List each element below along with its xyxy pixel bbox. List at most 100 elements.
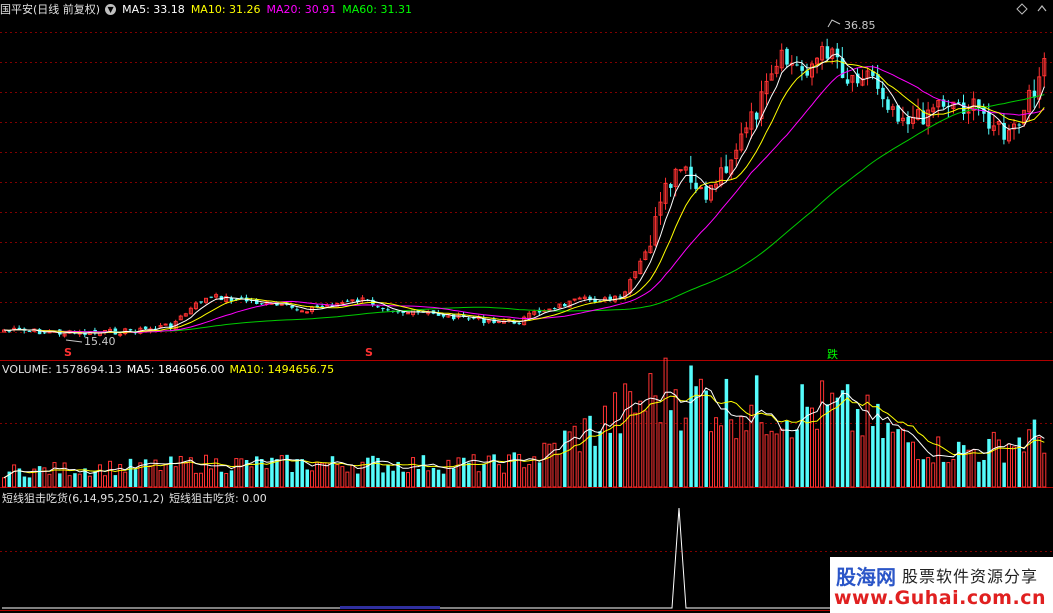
collapse-arrow-icon[interactable] (1036, 3, 1048, 15)
volume-bar (234, 458, 239, 488)
volume-bar (886, 422, 890, 487)
candle-body (825, 46, 830, 59)
volume-bar (335, 464, 340, 488)
volume-bar (456, 457, 461, 488)
volume-bar (633, 412, 638, 488)
volume-bar (366, 457, 370, 487)
volume-bar (310, 470, 315, 488)
volume-bar (1017, 437, 1022, 487)
volume-bar (896, 429, 900, 487)
volume-bar (12, 464, 17, 488)
ma5-label: MA5: 33.18 (122, 2, 185, 16)
volume-bar (926, 457, 931, 488)
volume-bar (582, 418, 587, 488)
candle-body (467, 318, 471, 320)
volume-bar (421, 455, 426, 487)
volume-bar (295, 459, 299, 487)
candle-body (689, 166, 693, 183)
candle-body (987, 112, 991, 129)
volume-bar (471, 454, 476, 488)
candle-body (209, 296, 214, 298)
volume-bar (143, 459, 148, 487)
candle-body (320, 305, 325, 307)
volume-ma5-label: MA5: 1846056.00 (126, 363, 225, 376)
volume-bar (325, 462, 330, 488)
volume-bar (300, 459, 304, 487)
candle-body (239, 297, 244, 299)
candle-body (896, 105, 900, 122)
candle-body (669, 184, 673, 188)
candle-body (17, 327, 22, 330)
candle-body (340, 302, 345, 305)
volume-bar (391, 470, 395, 487)
volume-bar (47, 473, 52, 488)
volume-bar (704, 390, 708, 487)
volume-bar (209, 468, 214, 488)
volume-bar (820, 380, 825, 488)
volume-bar (951, 459, 956, 488)
volume-bar (113, 475, 118, 487)
volume-bar (446, 459, 451, 488)
candle-body (966, 111, 971, 114)
volume-bar (52, 462, 57, 488)
volume-bar (602, 405, 607, 488)
volume-bar (103, 475, 107, 488)
volume-bar (73, 473, 77, 487)
candle-body (295, 309, 299, 311)
volume-bar (588, 415, 592, 487)
candle-body (956, 102, 961, 104)
volume-bar (683, 417, 688, 488)
volume-bar (371, 455, 375, 487)
volume-bar (810, 407, 814, 488)
candle-body (305, 311, 309, 314)
volume-bar (386, 464, 390, 487)
candle-body (694, 182, 698, 189)
diamond-nav-icon[interactable] (1016, 3, 1028, 15)
candle-body (376, 306, 380, 308)
volume-bar (987, 438, 991, 487)
volume-bar (133, 469, 138, 487)
volume-bar (224, 472, 229, 488)
volume-bar (462, 457, 466, 487)
volume-bar (673, 389, 678, 488)
candle-body (577, 297, 582, 300)
volume-bar (77, 473, 82, 488)
volume-bar (593, 445, 597, 487)
volume-bar (795, 429, 799, 487)
chart-canvas[interactable] (0, 0, 1053, 613)
volume-bar (360, 461, 365, 488)
ma5-line (3, 53, 1045, 334)
volume-label: VOLUME: 1578694.13 (2, 363, 122, 376)
volume-bar (719, 425, 724, 488)
volume-bar (93, 470, 97, 487)
candle-body (840, 58, 845, 78)
volume-bar (482, 464, 486, 487)
volume-bar (356, 473, 360, 487)
volume-bar (658, 422, 663, 488)
volume-bar (401, 471, 405, 487)
volume-bar (264, 468, 269, 488)
volume-bar (517, 454, 522, 488)
volume-bar (183, 462, 188, 488)
volume-bar (1027, 429, 1032, 488)
volume-bar (512, 452, 517, 487)
high-price-label: 36.85 (844, 19, 876, 32)
volume-bar (653, 395, 658, 488)
candle-body (724, 166, 729, 173)
legend-toggle-button[interactable]: ▼ (105, 3, 117, 15)
price-legend: 国平安(日线 前复权) ▼ MA5: 33.18 MA10: 31.26 MA2… (0, 1, 418, 17)
volume-bar (881, 438, 885, 487)
candle-body (754, 112, 759, 120)
volume-bar (714, 417, 719, 488)
volume-bar (956, 441, 961, 487)
candle-body (496, 320, 501, 323)
candle-body (42, 332, 47, 334)
volume-bar (825, 404, 830, 487)
volume-bar (774, 433, 779, 488)
volume-bar (1042, 452, 1047, 488)
volume-bar (663, 357, 668, 488)
volume-bar (598, 431, 602, 487)
candle-body (698, 187, 703, 190)
volume-bar (320, 462, 325, 488)
volume-bar (921, 459, 926, 487)
